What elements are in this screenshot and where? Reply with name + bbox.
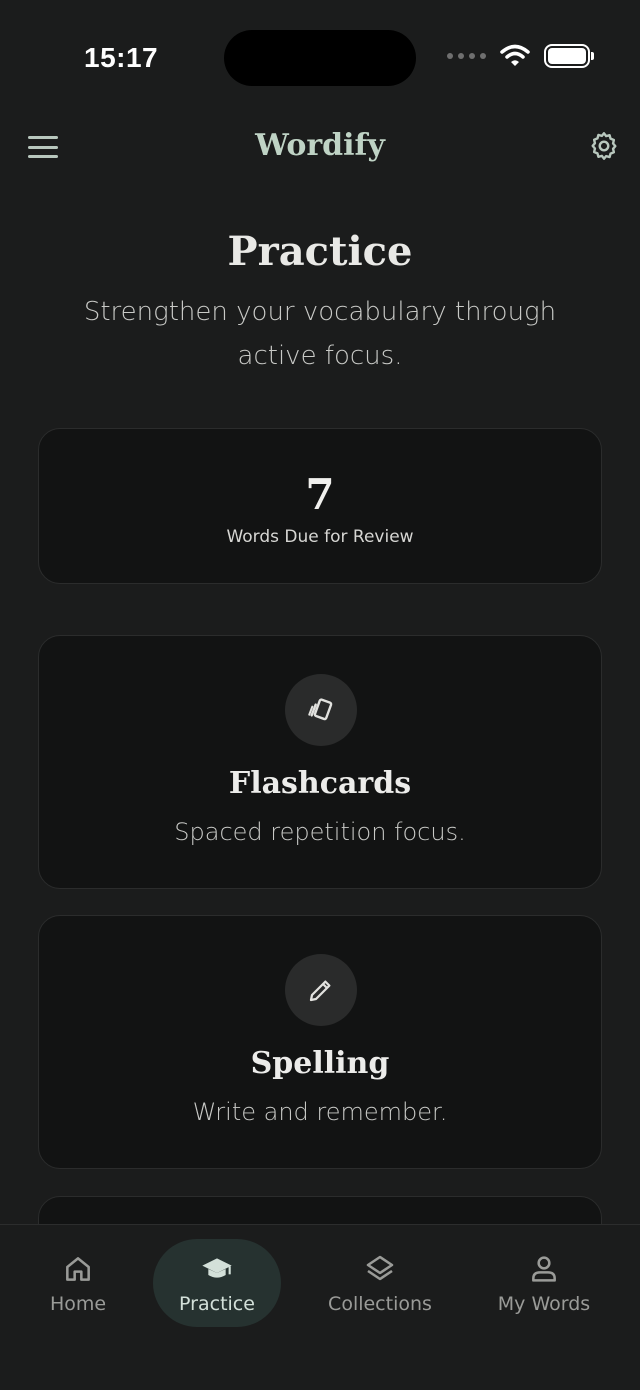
layers-icon xyxy=(366,1255,394,1281)
flashcards-title: Flashcards xyxy=(228,766,412,801)
nav-collections-label: Collections xyxy=(328,1293,432,1315)
app-title: Wordify xyxy=(255,128,385,163)
spelling-card[interactable]: Spelling Write and remember. xyxy=(38,915,602,1169)
wifi-icon xyxy=(500,44,530,66)
status-icons xyxy=(447,44,594,68)
page-title: Practice xyxy=(227,228,413,275)
cards-icon xyxy=(285,674,357,746)
status-time: 15:17 xyxy=(84,42,159,73)
nav-collections[interactable]: Collections xyxy=(318,1239,442,1327)
graduation-cap-icon xyxy=(202,1258,232,1278)
nav-home-label: Home xyxy=(49,1293,107,1315)
bottom-nav: Home Practice Collections My Words xyxy=(0,1224,640,1390)
nav-home[interactable]: Home xyxy=(38,1239,118,1327)
battery-icon xyxy=(544,44,594,68)
nav-practice[interactable]: Practice xyxy=(153,1239,281,1327)
nav-my-words-label: My Words xyxy=(497,1293,591,1315)
gear-icon[interactable] xyxy=(588,130,620,162)
practice-screen: 15:17 Wordify Practice Strengthen your v… xyxy=(0,0,640,1390)
signal-icon xyxy=(447,53,486,59)
review-count: 7 xyxy=(305,470,335,519)
flashcards-card[interactable]: Flashcards Spaced repetition focus. xyxy=(38,635,602,889)
home-icon xyxy=(66,1257,90,1281)
flashcards-description: Spaced repetition focus. xyxy=(174,818,466,846)
spelling-description: Write and remember. xyxy=(192,1098,448,1126)
page-subtitle: Strengthen your vocabulary through activ… xyxy=(83,297,557,371)
spelling-title: Spelling xyxy=(250,1046,390,1081)
pencil-icon xyxy=(285,954,357,1026)
dynamic-island xyxy=(224,30,416,86)
nav-my-words[interactable]: My Words xyxy=(490,1239,598,1327)
review-label: Words Due for Review xyxy=(226,527,414,547)
user-icon xyxy=(532,1256,556,1282)
nav-practice-label: Practice xyxy=(179,1293,255,1315)
